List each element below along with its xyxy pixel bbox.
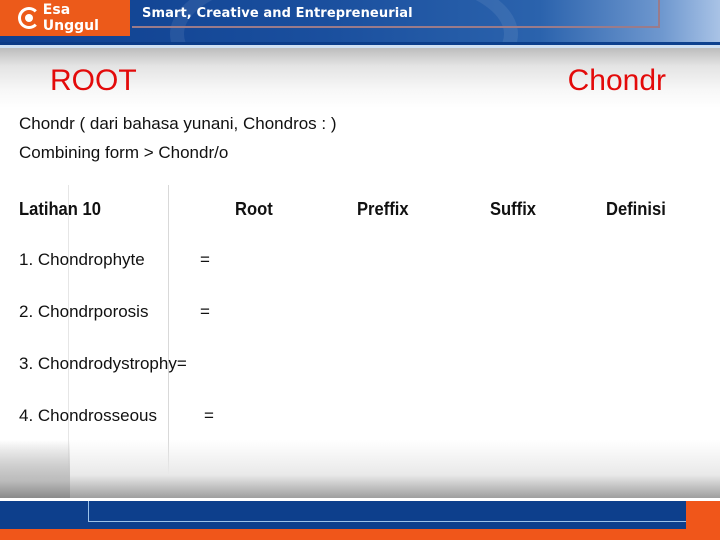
column-header-latihan: Latihan 10 [19, 199, 101, 219]
tagline: Smart, Creative and Entrepreneurial [142, 6, 413, 21]
logo-icon [18, 7, 40, 29]
column-header-suffix: Suffix [490, 199, 537, 219]
column-header-preffix: Preffix [357, 199, 409, 219]
logo: Esa Unggul [0, 0, 130, 36]
intro-line-combining-form: Combining form > Chondr/o [19, 143, 229, 162]
intro-line-etymology: Chondr ( dari bahasa yunani, Chondros : … [19, 114, 337, 133]
slide-subject: Chondr [567, 64, 666, 97]
exercise-equals: = [200, 302, 210, 321]
exercise-item: 3. Chondrodystrophy= [19, 354, 187, 373]
bottom-shade-left [0, 440, 70, 498]
header-banner: Esa Unggul Smart, Creative and Entrepren… [0, 0, 720, 42]
exercise-item: 1. Chondrophyte [19, 250, 145, 269]
bottom-shade [0, 440, 720, 498]
slide-title: ROOT [50, 64, 137, 97]
logo-text: Esa Unggul [42, 2, 99, 34]
exercise-equals: = [204, 406, 214, 425]
exercise-equals: = [200, 250, 210, 269]
footer-orange-bar [0, 529, 720, 540]
exercise-item: 4. Chondrosseous [19, 406, 157, 425]
exercise-item: 2. Chondrporosis [19, 302, 149, 321]
footer-frame-decoration [88, 501, 720, 522]
column-header-definisi: Definisi [606, 199, 666, 219]
column-header-root: Root [235, 199, 273, 219]
